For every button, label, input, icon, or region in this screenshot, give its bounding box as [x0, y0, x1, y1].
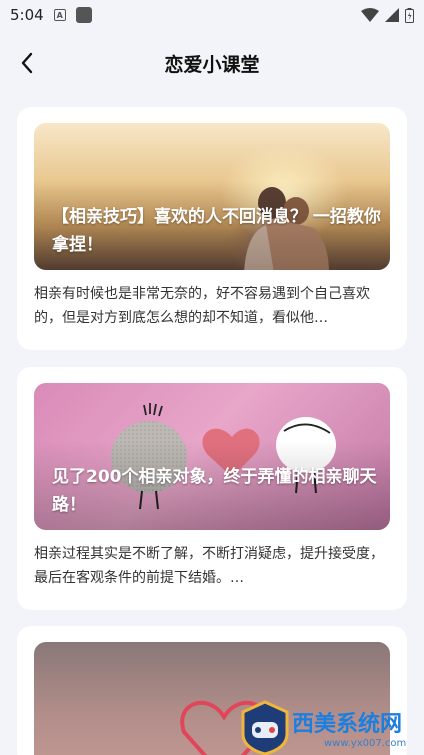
article-card[interactable]: 见了200个相亲对象，终于弄懂的相亲聊天路！ 相亲过程其实是不断了解，不断打消疑…	[17, 367, 407, 610]
page-title: 恋爱小课堂	[164, 53, 260, 76]
notification-square-icon	[75, 7, 92, 23]
article-summary: 相亲有时候也是非常无奈的，好不容易遇到个自己喜欢的，但是对方到底怎么想的却不知道…	[34, 286, 370, 326]
article-cover-image: 见了200个相亲对象，终于弄懂的相亲聊天路！	[34, 383, 390, 530]
signal-icon	[385, 8, 399, 22]
article-cover-image: 【相亲技巧】喜欢的人不回消息？ 一招教你拿捏！	[34, 123, 390, 270]
wifi-icon	[361, 8, 379, 22]
watermark-logo-icon	[241, 700, 289, 755]
back-button[interactable]	[14, 50, 40, 76]
article-summary: 相亲过程其实是不断了解，不断打消疑虑，提升接受度，最后在客观条件的前提下结婚。…	[34, 546, 384, 586]
status-time: 5:04	[10, 6, 44, 24]
article-title: 见了200个相亲对象，终于弄懂的相亲聊天路！	[52, 467, 377, 515]
watermark-url: www.yx007.com	[324, 738, 407, 749]
status-bar: 5:04 A	[0, 0, 424, 30]
article-card[interactable]: 【相亲技巧】喜欢的人不回消息？ 一招教你拿捏！ 相亲有时候也是非常无奈的，好不容…	[17, 107, 407, 350]
chevron-left-icon	[21, 52, 33, 74]
watermark-brand: 西美系统网	[292, 712, 403, 737]
watermark: 西美系统网 www.yx007.com	[240, 700, 424, 755]
app-header: 恋爱小课堂	[0, 36, 424, 90]
battery-icon	[405, 7, 414, 23]
article-title: 【相亲技巧】喜欢的人不回消息？ 一招教你拿捏！	[52, 207, 381, 255]
notification-a-icon: A	[53, 9, 66, 21]
